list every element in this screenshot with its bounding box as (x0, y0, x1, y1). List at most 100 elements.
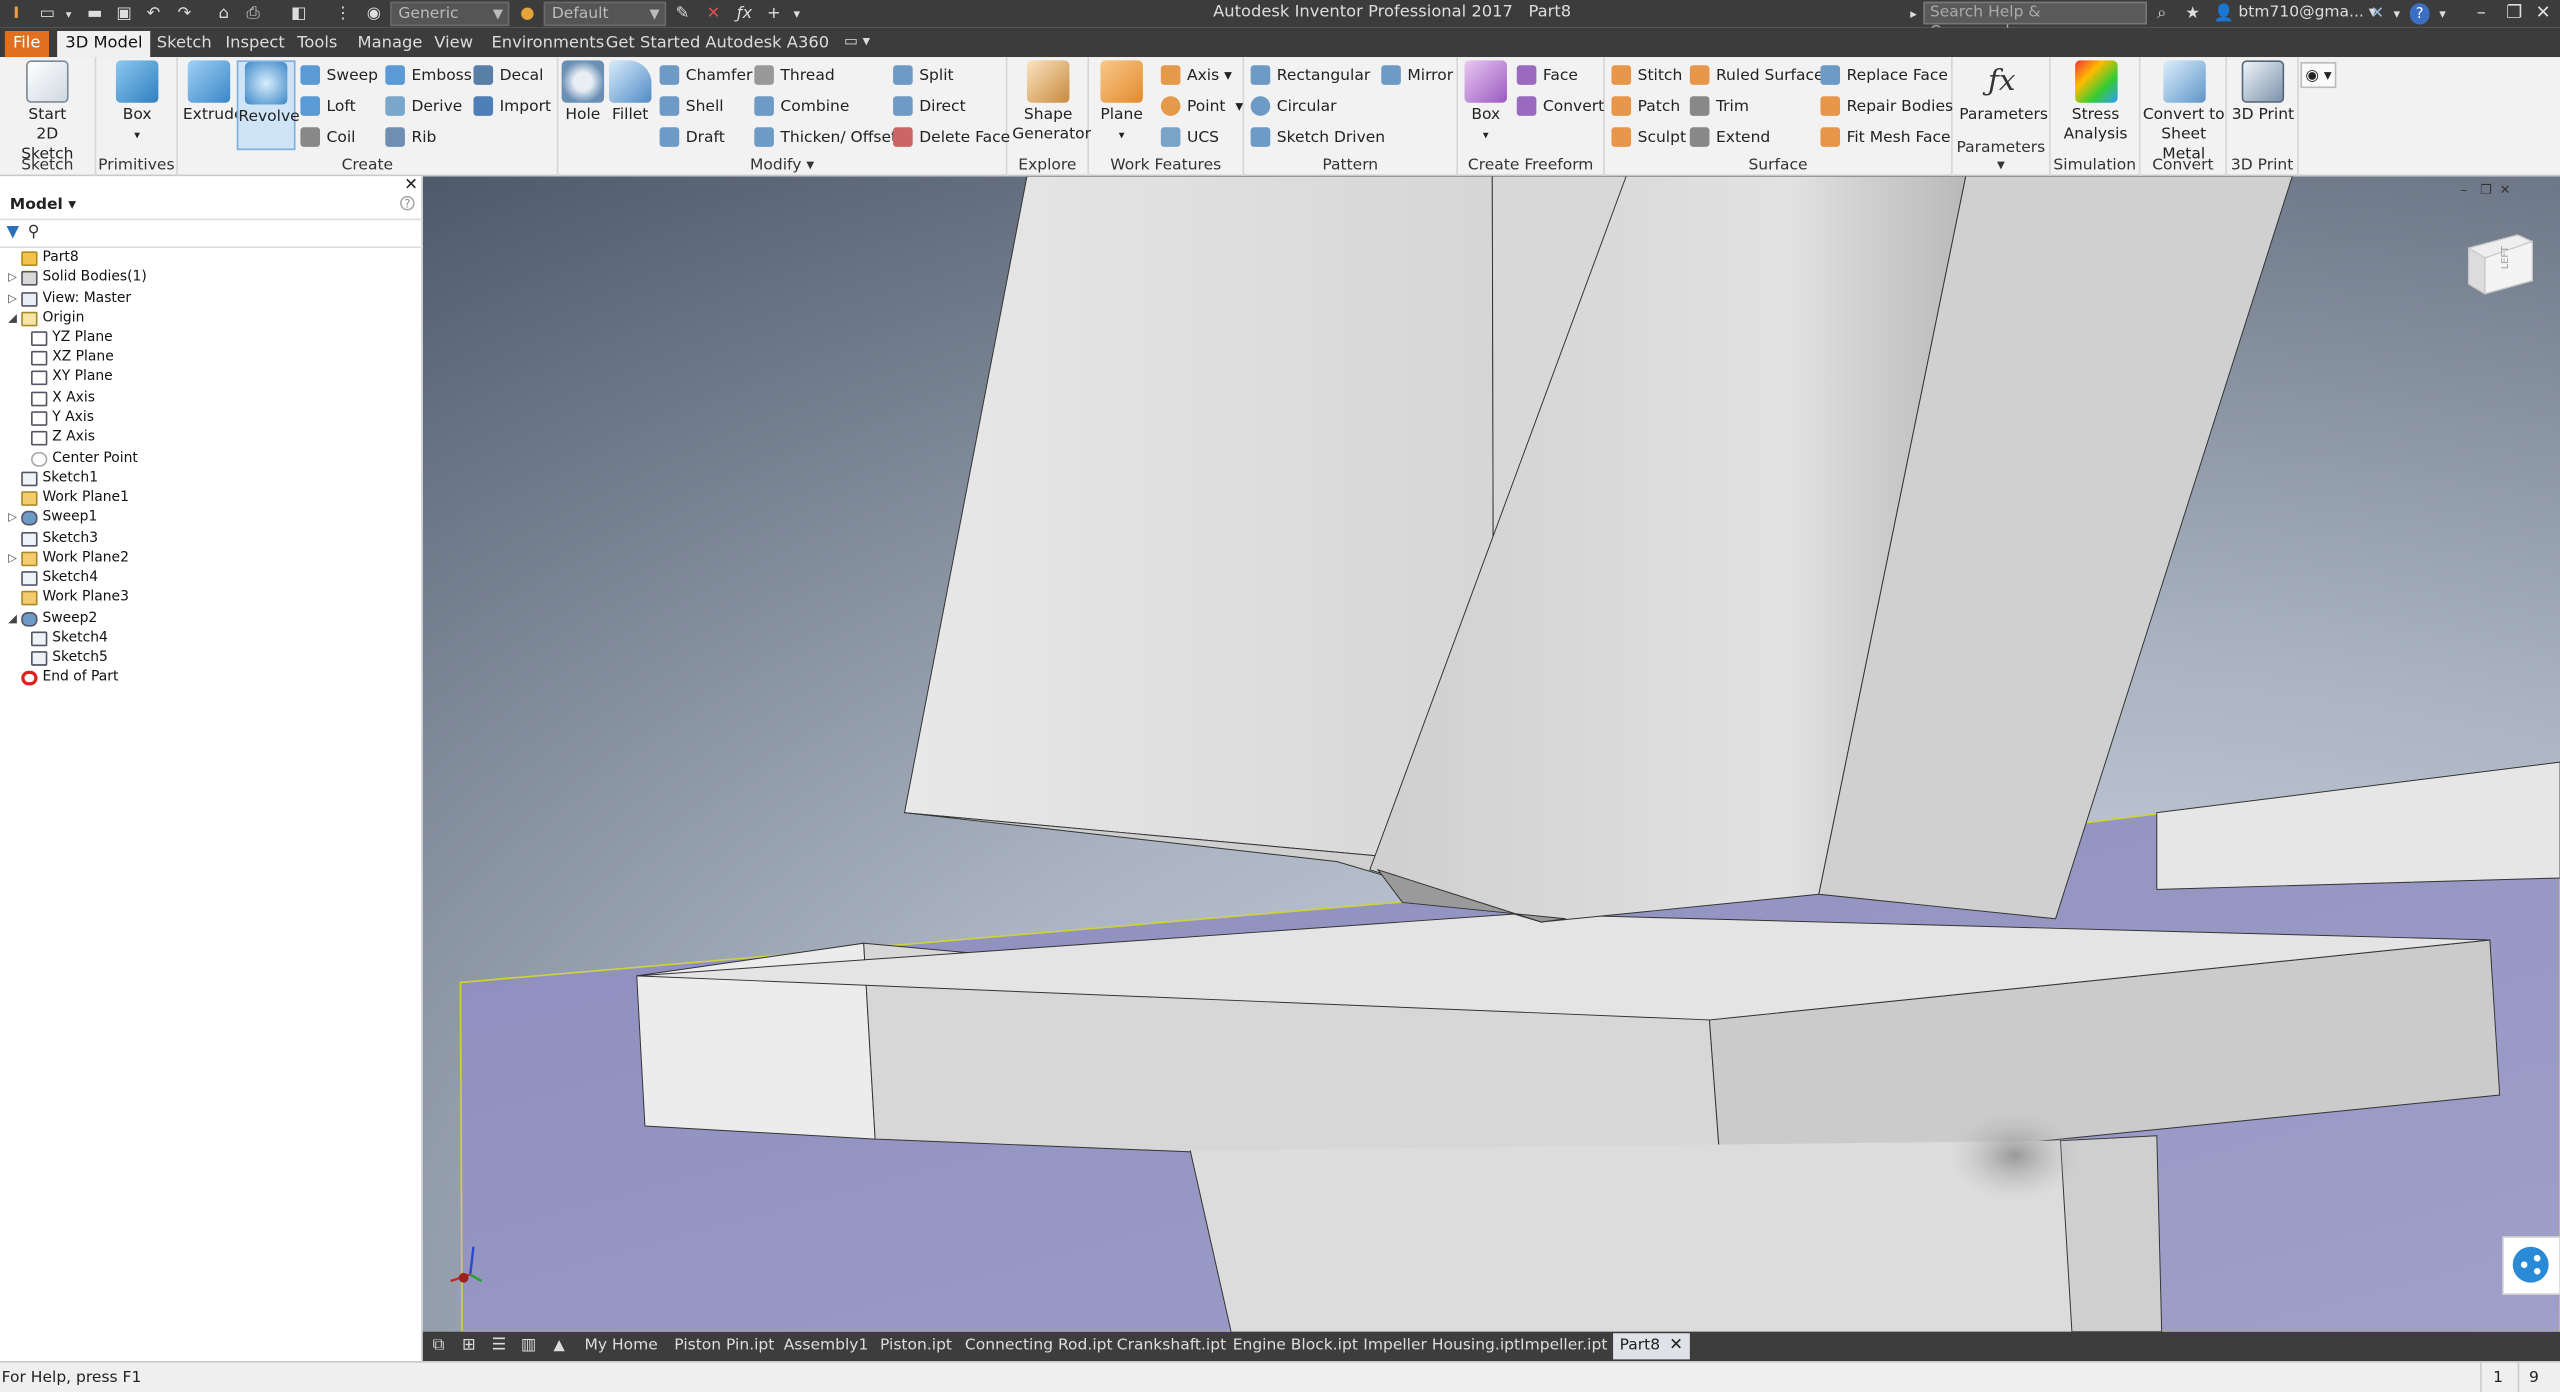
tree-sweep1[interactable]: ▷ Sweep1 (8, 508, 97, 528)
viewport-minimize-icon[interactable]: – (2460, 183, 2467, 198)
tab-manage[interactable]: Manage (349, 31, 430, 57)
draft-button[interactable]: Draft (659, 124, 725, 150)
chamfer-button[interactable]: Chamfer (659, 62, 752, 88)
tree-center-point[interactable]: Center Point (18, 449, 138, 469)
tree-view-master[interactable]: ▷ View: Master (8, 289, 131, 309)
lower-block[interactable] (1190, 1140, 2072, 1332)
binoculars-icon[interactable]: ⌕ (2152, 3, 2172, 24)
rib-button[interactable]: Rib (385, 124, 436, 150)
tree-x-axis[interactable]: X Axis (18, 388, 95, 408)
new-dropdown-icon[interactable]: ▾ (62, 3, 75, 24)
freeform-face-button[interactable]: Face (1516, 62, 1578, 88)
freeform-convert-button[interactable]: Convert (1516, 93, 1604, 119)
tab-sketch[interactable]: Sketch (149, 31, 220, 57)
a360-dropdown-icon[interactable]: ▾ (2389, 3, 2405, 24)
tab-list-icon[interactable]: ▲ (547, 1333, 571, 1359)
tree-sketch4[interactable]: Sketch4 (8, 568, 98, 588)
redo-icon[interactable]: ↷ (173, 3, 196, 24)
doc-tab-crankshaft[interactable]: Crankshaft.ipt (1110, 1333, 1232, 1359)
trim-button[interactable]: Trim (1689, 93, 1749, 119)
thicken-offset-button[interactable]: Thicken/ Offset (754, 124, 897, 150)
tree-part8[interactable]: Part8 (8, 248, 79, 268)
doc-tab-connecting-rod[interactable]: Connecting Rod.ipt (958, 1333, 1119, 1359)
undo-icon[interactable]: ↶ (142, 3, 165, 24)
favorites-icon[interactable]: ★ (2183, 3, 2203, 24)
fx-icon[interactable]: ƒx (733, 3, 756, 24)
split-button[interactable]: Split (893, 62, 954, 88)
tab-3d-model[interactable]: 3D Model (57, 31, 151, 58)
parameters-button[interactable]: ƒx Parameters (1959, 60, 2048, 125)
tree-sweep2[interactable]: ◢ Sweep2 (8, 609, 97, 629)
patch-button[interactable]: Patch (1611, 93, 1680, 119)
hole-button[interactable]: Hole (561, 60, 605, 125)
share-view-button[interactable] (2502, 1236, 2560, 1295)
doc-tab-impeller[interactable]: Impeller.ipt (1514, 1333, 1614, 1359)
adjust-icon[interactable]: ✎ (673, 3, 693, 24)
tab-inspect[interactable]: Inspect (217, 31, 293, 57)
tile-vertical-icon[interactable]: ▥ (514, 1333, 542, 1359)
doc-tab-assembly1[interactable]: Assembly1 (777, 1333, 875, 1359)
extrude-button[interactable]: Extrude (183, 60, 244, 125)
search-binoculars-icon[interactable]: ⚲ (28, 224, 40, 242)
point-button[interactable]: Point ▾ (1160, 93, 1243, 119)
thread-button[interactable]: Thread (754, 62, 835, 88)
print-icon[interactable]: ⎙ (242, 3, 265, 24)
decal-button[interactable]: Decal (473, 62, 543, 88)
close-tab-icon[interactable]: ✕ (1669, 1333, 1683, 1359)
mirror-button[interactable]: Mirror (1381, 62, 1453, 88)
start-2d-sketch-button[interactable]: Start 2D Sketch (8, 60, 86, 164)
search-expand-icon[interactable]: ▸ (1905, 3, 1921, 24)
tab-view[interactable]: View (426, 31, 481, 57)
doc-tab-my-home[interactable]: My Home (578, 1333, 664, 1359)
new-icon[interactable]: ▭ (36, 3, 59, 24)
clear-icon[interactable]: ✕ (704, 3, 724, 24)
browser-help-icon[interactable]: ? (400, 195, 415, 211)
tree-sketch1[interactable]: Sketch1 (8, 468, 98, 488)
close-window-icon[interactable]: ✕ (2536, 2, 2551, 23)
save-icon[interactable]: ▣ (113, 3, 136, 24)
tab-get-started[interactable]: Get Started (598, 31, 709, 57)
doc-tab-piston-pin[interactable]: Piston Pin.ipt (668, 1333, 781, 1359)
model-canvas[interactable]: LEFT – ❐ ✕ (422, 176, 2560, 1332)
shell-button[interactable]: Shell (659, 93, 724, 119)
material-combo[interactable]: Generic ▼ (390, 1, 510, 27)
sculpt-button[interactable]: Sculpt (1611, 124, 1686, 150)
appearance-icon[interactable]: ● (516, 3, 539, 24)
modify-panel-label[interactable]: Modify ▾ (558, 157, 1005, 175)
stress-analysis-button[interactable]: Stress Analysis (2056, 60, 2136, 145)
ruled-surface-button[interactable]: Ruled Surface (1689, 62, 1824, 88)
sketch-driven-pattern-button[interactable]: Sketch Driven (1250, 124, 1385, 150)
app-logo-icon[interactable]: I (5, 3, 28, 24)
tree-work-plane1[interactable]: Work Plane1 (8, 488, 129, 508)
tree-xz-plane[interactable]: XZ Plane (18, 348, 114, 368)
tree-sweep2-sketch4[interactable]: Sketch4 (18, 628, 108, 648)
appearance-combo[interactable]: Default ▼ (543, 1, 667, 27)
tree-z-axis[interactable]: Z Axis (18, 428, 95, 448)
tree-sweep2-sketch5[interactable]: Sketch5 (18, 648, 108, 668)
viewport-close-icon[interactable]: ✕ (2500, 183, 2511, 198)
tree-yz-plane[interactable]: YZ Plane (18, 328, 113, 348)
ribbon-display-icon[interactable]: ▭ ▾ (836, 31, 878, 57)
fit-mesh-face-button[interactable]: Fit Mesh Face (1820, 124, 1951, 150)
revolve-button[interactable]: Revolve (236, 60, 300, 151)
tile-windows-icon[interactable]: ⊞ (456, 1333, 483, 1359)
sweep-button[interactable]: Sweep (300, 62, 378, 88)
emboss-button[interactable]: Emboss (385, 62, 472, 88)
circular-pattern-button[interactable]: Circular (1250, 93, 1337, 119)
customize-qa-icon[interactable]: ▾ (789, 3, 805, 24)
material-icon[interactable]: ◉ (362, 3, 385, 24)
ribbon-options-icon[interactable]: ◉ ▾ (2300, 62, 2337, 89)
user-icon[interactable]: 👤 (2214, 3, 2234, 24)
browser-close-icon[interactable]: ✕ (404, 176, 418, 194)
doc-tab-piston[interactable]: Piston.ipt (873, 1333, 958, 1359)
tree-sketch3[interactable]: Sketch3 (8, 529, 98, 549)
ucs-button[interactable]: UCS (1160, 124, 1219, 150)
doc-tab-impeller-housing[interactable]: Impeller Housing.ipt (1357, 1333, 1527, 1359)
tree-y-axis[interactable]: Y Axis (18, 408, 94, 428)
extend-button[interactable]: Extend (1689, 124, 1770, 150)
help-icon[interactable]: ? (2409, 3, 2430, 25)
tab-tools[interactable]: Tools (289, 31, 346, 57)
convert-to-sheet-metal-button[interactable]: Convert to Sheet Metal (2142, 60, 2225, 164)
box-primitive-button[interactable]: Box ▾ (113, 60, 162, 145)
user-account[interactable]: btm710@gma... ▾ (2238, 3, 2376, 21)
